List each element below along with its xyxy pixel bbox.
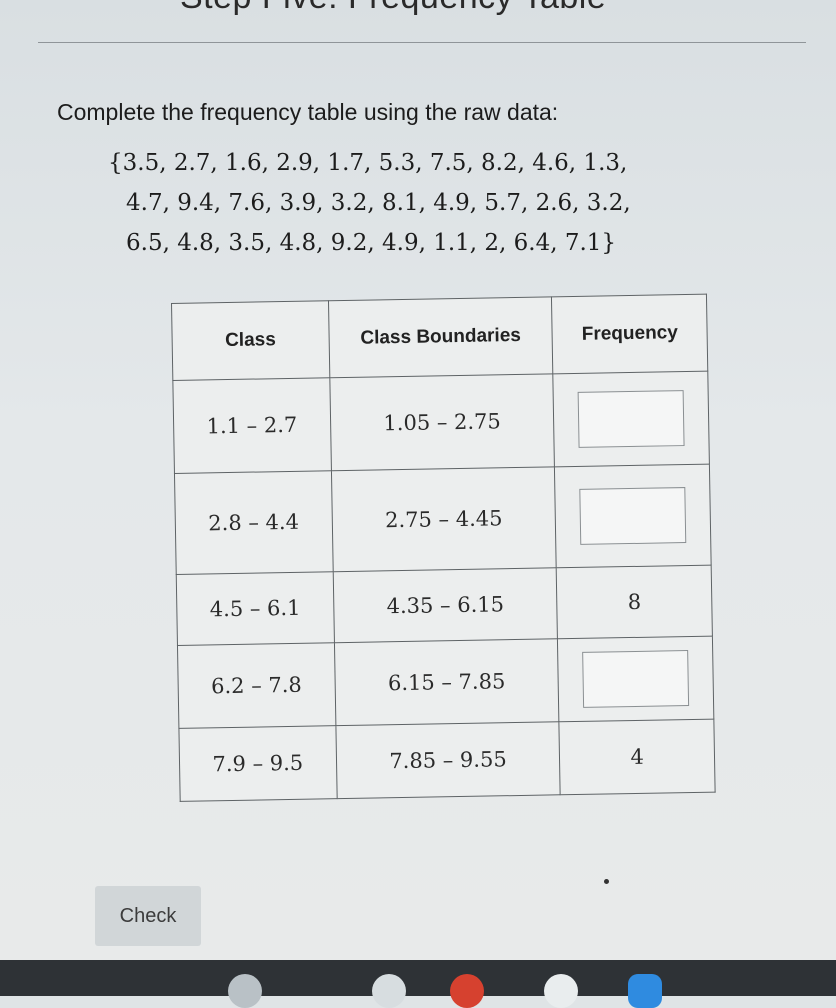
class-cell: 6.2 – 7.8 bbox=[177, 642, 336, 729]
divider bbox=[38, 42, 806, 43]
table-row: 4.5 – 6.1 4.35 – 6.15 8 bbox=[176, 565, 713, 646]
frequency-cell bbox=[554, 464, 712, 568]
question-instruction: Complete the frequency table using the r… bbox=[57, 99, 559, 125]
frequency-input-row-2[interactable] bbox=[579, 487, 687, 545]
class-cell: 7.9 – 9.5 bbox=[178, 725, 337, 802]
boundaries-cell: 4.35 – 6.15 bbox=[332, 567, 558, 643]
files-icon[interactable] bbox=[628, 974, 662, 1008]
table-row: 1.1 – 2.7 1.05 – 2.75 bbox=[172, 371, 710, 474]
boundaries-cell: 1.05 – 2.75 bbox=[329, 373, 555, 471]
frequency-table: Class Class Boundaries Frequency 1.1 – 2… bbox=[171, 293, 716, 802]
table-row: 7.9 – 9.5 7.85 – 9.55 4 bbox=[178, 719, 716, 802]
frequency-input-row-4[interactable] bbox=[582, 650, 690, 708]
boundaries-cell: 7.85 – 9.55 bbox=[335, 721, 561, 799]
launcher-icon[interactable] bbox=[228, 974, 262, 1008]
frequency-cell bbox=[557, 636, 714, 722]
column-header-class-boundaries: Class Boundaries bbox=[328, 296, 554, 378]
play-store-icon[interactable] bbox=[544, 974, 578, 1008]
chrome-icon[interactable] bbox=[372, 974, 406, 1008]
frequency-input-row-1[interactable] bbox=[577, 390, 685, 448]
raw-data-set: {3.5, 2.7, 1.6, 2.9, 1.7, 5.3, 7.5, 8.2,… bbox=[108, 143, 788, 263]
step-title: Step Five: Frequency Table bbox=[180, 0, 606, 17]
class-cell: 2.8 – 4.4 bbox=[174, 470, 333, 575]
taskbar bbox=[0, 960, 836, 1008]
column-header-class: Class bbox=[171, 300, 330, 381]
frequency-cell bbox=[553, 371, 710, 467]
boundaries-cell: 2.75 – 4.45 bbox=[331, 466, 557, 572]
boundaries-cell: 6.15 – 7.85 bbox=[334, 638, 560, 726]
table-header-row: Class Class Boundaries Frequency bbox=[171, 294, 708, 381]
frequency-value: 8 bbox=[556, 565, 713, 639]
page: Step Five: Frequency Table Complete the … bbox=[0, 0, 836, 960]
youtube-icon[interactable] bbox=[450, 974, 484, 1008]
class-cell: 1.1 – 2.7 bbox=[172, 377, 332, 474]
raw-data-line: {3.5, 2.7, 1.6, 2.9, 1.7, 5.3, 7.5, 8.2,… bbox=[108, 150, 628, 176]
raw-data-line: 6.5, 4.8, 3.5, 4.8, 9.2, 4.9, 1.1, 2, 6.… bbox=[126, 230, 617, 256]
raw-data-line: 4.7, 9.4, 7.6, 3.9, 3.2, 8.1, 4.9, 5.7, … bbox=[126, 190, 631, 216]
table-row: 6.2 – 7.8 6.15 – 7.85 bbox=[177, 636, 714, 729]
stray-dot bbox=[604, 879, 609, 884]
column-header-frequency: Frequency bbox=[551, 294, 708, 374]
check-button[interactable]: Check bbox=[95, 886, 201, 946]
class-cell: 4.5 – 6.1 bbox=[176, 571, 335, 646]
frequency-value: 4 bbox=[559, 719, 716, 795]
table-row: 2.8 – 4.4 2.75 – 4.45 bbox=[174, 464, 712, 575]
